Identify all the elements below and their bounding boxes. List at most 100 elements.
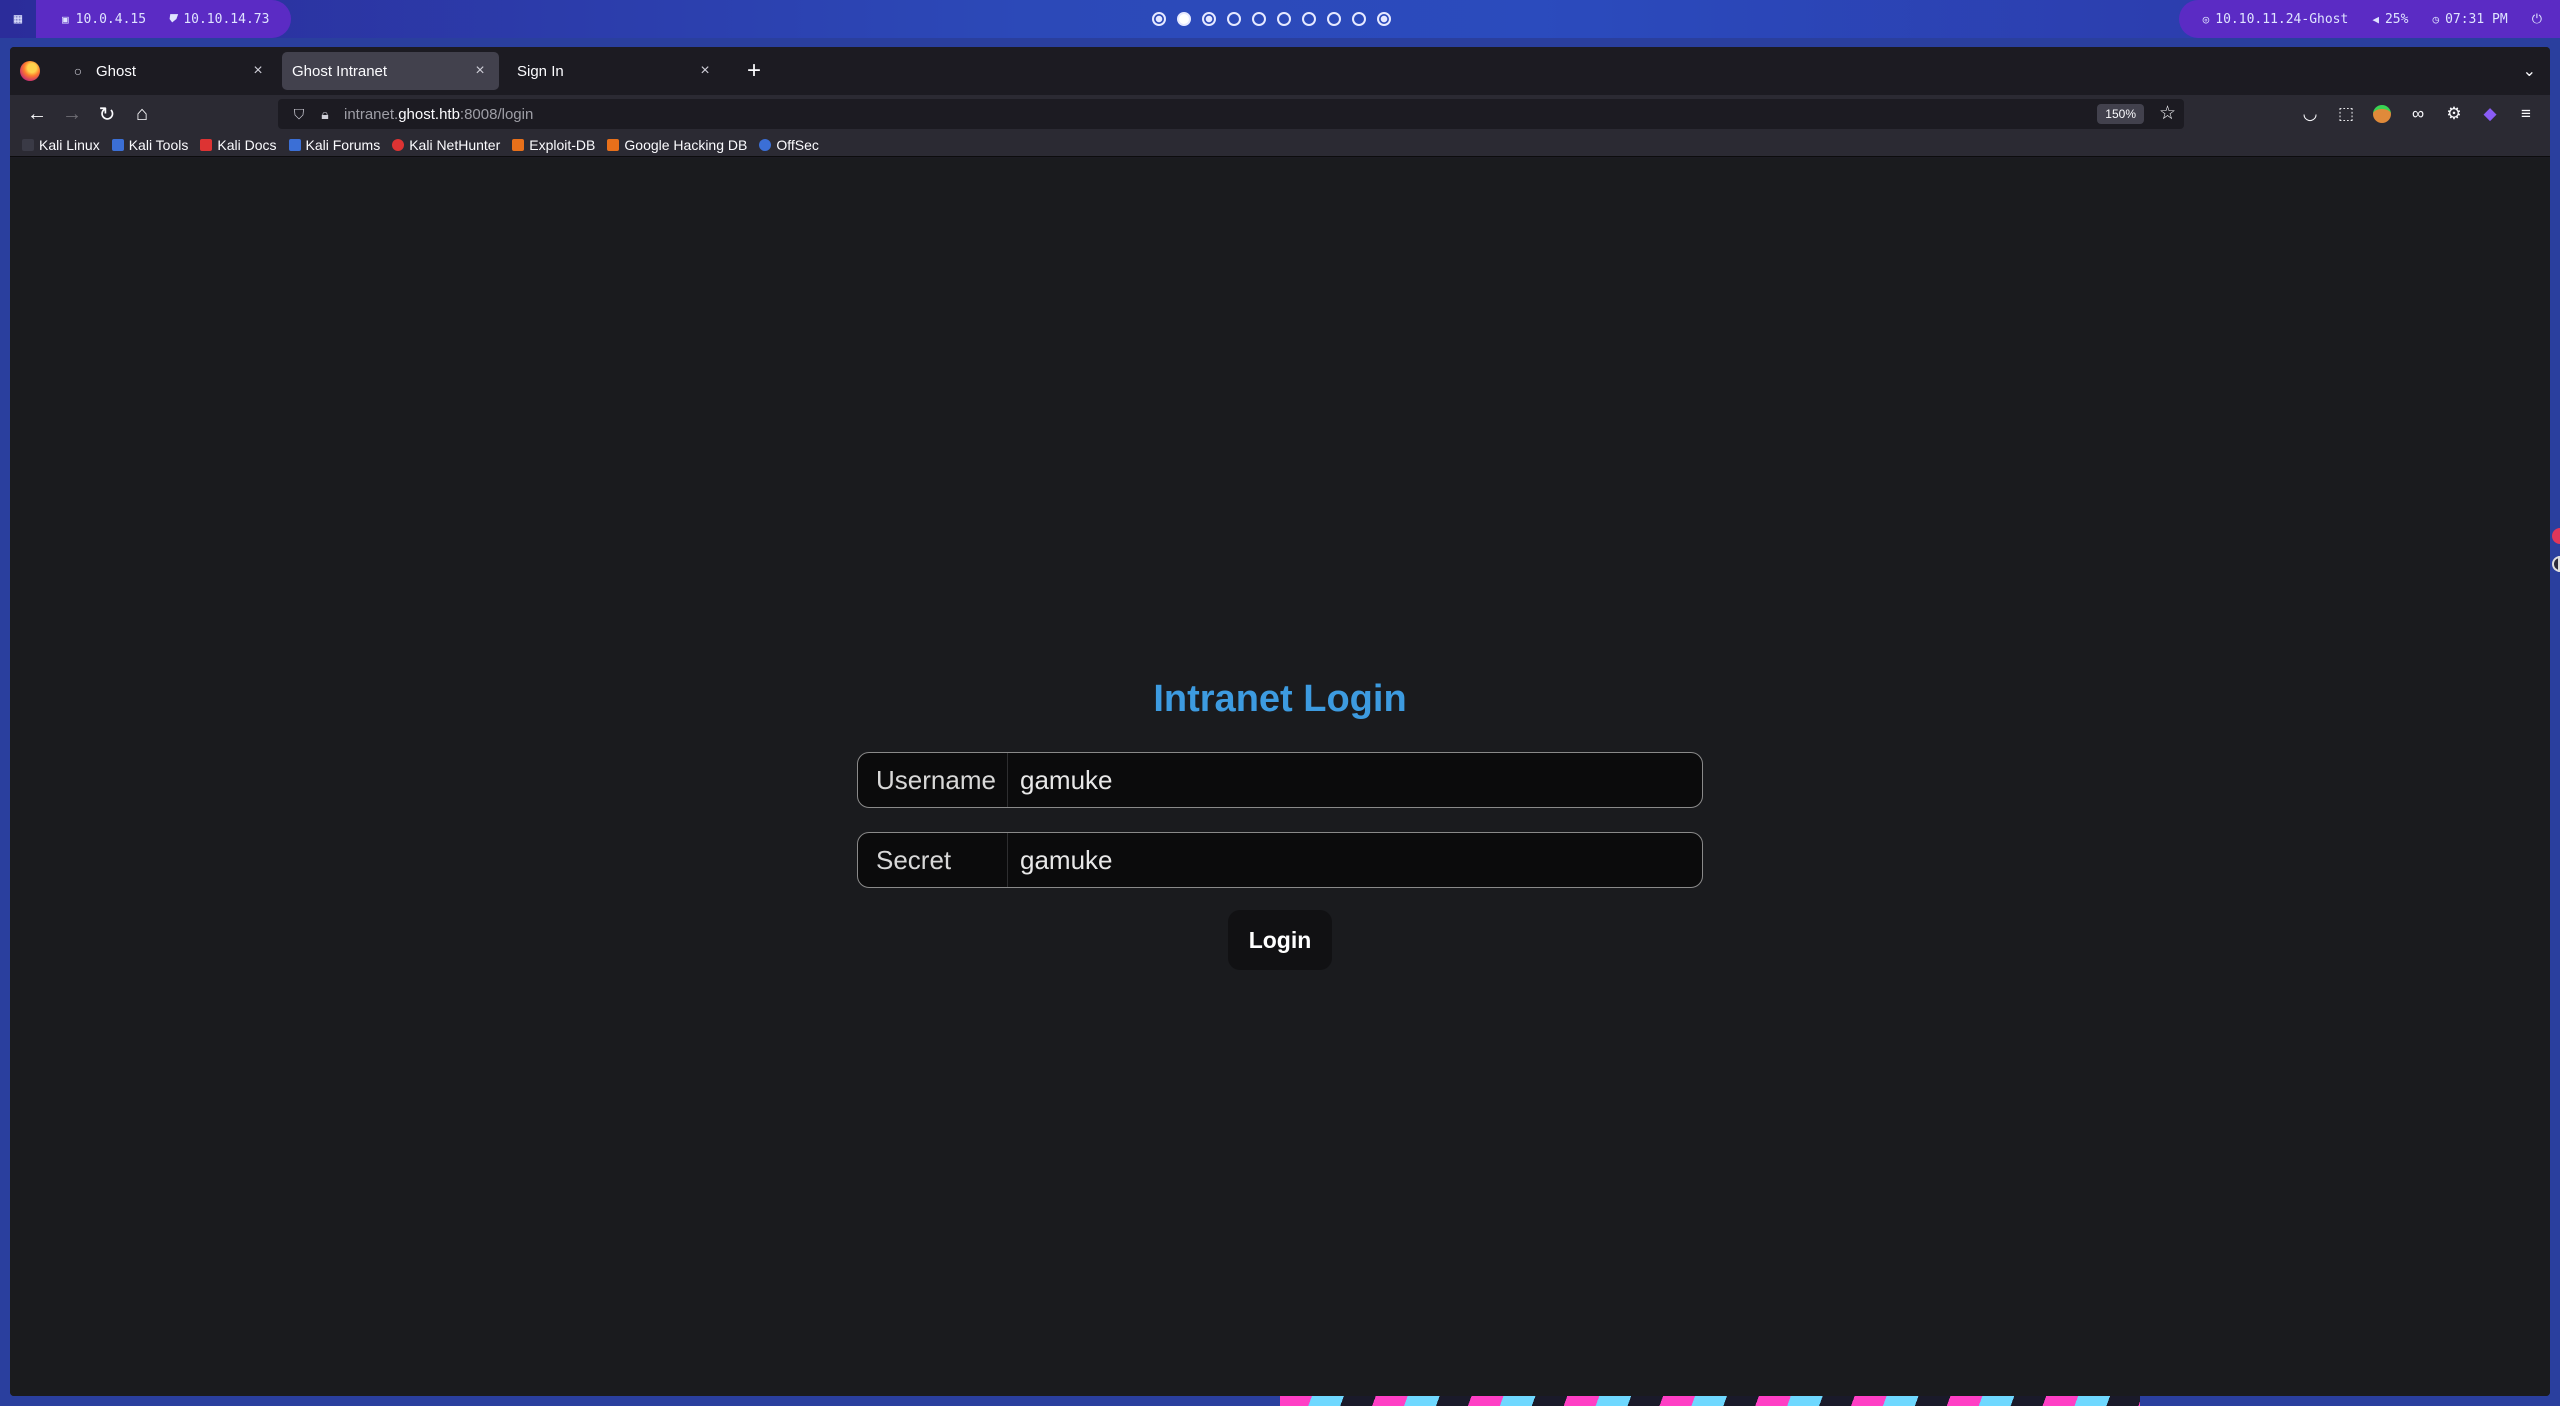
tab-ghost-intranet[interactable]: Ghost Intranet × — [282, 52, 499, 90]
exploit-db-icon — [512, 138, 525, 151]
reload-button[interactable]: ↻ — [92, 100, 122, 128]
target-indicator: ◎ 10.10.11.24-Ghost — [2203, 12, 2349, 27]
globe-icon: ○ — [73, 63, 83, 79]
bookmark-offsec[interactable]: OffSec — [759, 137, 819, 153]
kali-forums-icon — [288, 138, 301, 151]
login-button[interactable]: Login — [1228, 910, 1332, 970]
url-host: ghost.htb — [398, 105, 460, 123]
volume-text: 25% — [2384, 11, 2409, 27]
local-ip: ▣ 10.0.4.15 — [62, 12, 146, 27]
settings-icon[interactable]: ⚙ — [2440, 100, 2468, 128]
username-input[interactable] — [1008, 753, 1702, 807]
tab-title: Ghost — [96, 62, 137, 80]
list-all-tabs-icon[interactable]: ⌄ — [2523, 61, 2536, 81]
kali-docs-icon — [200, 138, 213, 151]
secret-input[interactable] — [1008, 833, 1702, 887]
close-icon[interactable]: × — [696, 62, 714, 80]
workspace-6[interactable] — [1277, 12, 1291, 26]
target-icon: ◎ — [2202, 12, 2210, 26]
new-tab-button[interactable]: + — [740, 57, 768, 85]
workspace-2[interactable] — [1177, 12, 1191, 26]
kali-tools-icon — [111, 138, 124, 151]
bookmark-star-icon[interactable]: ☆ — [2159, 102, 2176, 125]
desktop-top-bar: ▦ ▣ 10.0.4.15 ⛊ 10.10.14.73 ◎ 10.10.11.24-G… — [0, 0, 2560, 38]
bookmark-kali-linux[interactable]: Kali Linux — [22, 137, 100, 153]
page-content: Intranet Login Username Secret Login — [10, 158, 2550, 1396]
power-icon[interactable]: ⏻ — [2532, 12, 2542, 27]
pocket-icon[interactable]: ◡ — [2296, 100, 2324, 128]
clock-text: 07:31 PM — [2445, 11, 2508, 27]
secret-field-group: Secret — [857, 832, 1703, 888]
firefox-logo-icon[interactable] — [20, 61, 40, 81]
apps-menu-icon[interactable]: ▦ — [0, 0, 36, 38]
workspace-8[interactable] — [1327, 12, 1341, 26]
workspace-10[interactable] — [1377, 12, 1391, 26]
workspace-switcher — [1152, 0, 1391, 38]
workspace-4[interactable] — [1227, 12, 1241, 26]
target-text: 10.10.11.24-Ghost — [2215, 11, 2349, 27]
addon-gem-icon[interactable]: ◆ — [2476, 100, 2504, 128]
top-bar-right: ◎ 10.10.11.24-Ghost ◀ 25% ◷ 07:31 PM ⏻ — [2178, 0, 2560, 38]
bookmark-label: Kali Docs — [217, 136, 277, 153]
url-text[interactable]: intranet.ghost.htb:8008/login — [344, 106, 533, 123]
vpn-ip-text: 10.10.14.73 — [183, 11, 270, 27]
workspace-1[interactable] — [1152, 12, 1166, 26]
bookmark-exploit-db[interactable]: Exploit-DB — [512, 137, 595, 153]
hamburger-menu-icon[interactable]: ≡ — [2512, 100, 2540, 128]
tracking-shield-icon[interactable]: ⛉ — [288, 106, 310, 123]
edge-mark-dark — [2552, 556, 2560, 572]
screen-edge-widget — [2552, 528, 2560, 580]
home-button[interactable]: ⌂ — [127, 100, 157, 128]
tab-ghost[interactable]: ○ Ghost × — [60, 52, 277, 90]
close-icon[interactable]: × — [249, 62, 267, 80]
forward-button[interactable]: → — [57, 100, 87, 128]
username-field-group: Username — [857, 752, 1703, 808]
addon-fox-icon[interactable] — [2368, 100, 2396, 128]
workspace-5[interactable] — [1252, 12, 1266, 26]
browser-window: ○ Ghost × Ghost Intranet × Sign In × + ⌄… — [10, 47, 2550, 1396]
vpn-ip: ⛊ 10.10.14.73 — [168, 12, 269, 27]
secret-label: Secret — [858, 833, 1008, 887]
bookmark-kali-forums[interactable]: Kali Forums — [288, 136, 381, 153]
edge-mark-red — [2552, 528, 2560, 544]
kali-dragon-icon — [22, 138, 34, 151]
url-suffix: :8008/login — [459, 105, 534, 123]
bookmark-kali-docs[interactable]: Kali Docs — [200, 136, 277, 153]
bookmark-google-hacking-db[interactable]: Google Hacking DB — [607, 137, 747, 153]
address-bar[interactable]: ⛉ 🔒︎ intranet.ghost.htb:8008/login 150% … — [278, 99, 2184, 129]
url-prefix: intranet. — [344, 105, 399, 123]
bookmark-kali-nethunter[interactable]: Kali NetHunter — [392, 137, 500, 153]
lock-icon[interactable]: 🔒︎ — [314, 106, 336, 123]
speaker-icon: ◀ — [2372, 12, 2379, 26]
workspace-3[interactable] — [1202, 12, 1216, 26]
monitor-icon: ▣ — [62, 12, 69, 26]
bookmark-label: OffSec — [776, 136, 819, 153]
nethunter-icon — [392, 138, 405, 151]
clock-icon: ◷ — [2432, 12, 2440, 26]
workspace-9[interactable] — [1352, 12, 1366, 26]
back-button[interactable]: ← — [22, 100, 52, 128]
zoom-level-button[interactable]: 150% — [2097, 104, 2144, 124]
tab-sign-in[interactable]: Sign In × — [507, 52, 724, 90]
top-bar-left: ▦ ▣ 10.0.4.15 ⛊ 10.10.14.73 — [0, 0, 292, 38]
bookmark-kali-tools[interactable]: Kali Tools — [111, 136, 189, 153]
bookmark-label: Google Hacking DB — [624, 136, 748, 153]
page-title: Intranet Login — [1153, 678, 1407, 720]
bookmark-label: Exploit-DB — [529, 136, 596, 153]
bookmark-label: Kali Forums — [305, 136, 381, 153]
workspace-7[interactable] — [1302, 12, 1316, 26]
close-icon[interactable]: × — [471, 62, 489, 80]
shield-icon: ⛊ — [168, 12, 177, 25]
tab-title: Sign In — [517, 62, 564, 80]
network-pill: ▣ 10.0.4.15 ⛊ 10.10.14.73 — [36, 0, 292, 38]
bookmark-label: Kali Linux — [39, 136, 100, 153]
local-ip-text: 10.0.4.15 — [75, 11, 147, 27]
extensions-icon[interactable]: ⬚ — [2332, 100, 2360, 128]
tab-bar: ○ Ghost × Ghost Intranet × Sign In × + ⌄ — [10, 47, 2550, 95]
clock: ◷ 07:31 PM — [2432, 12, 2507, 27]
ghdb-icon — [607, 138, 620, 151]
wallpaper-peek — [1280, 1396, 2140, 1406]
addon-glasses-icon[interactable]: ∞ — [2404, 100, 2432, 128]
volume-indicator[interactable]: ◀ 25% — [2372, 12, 2408, 27]
bookmark-label: Kali Tools — [128, 136, 189, 153]
